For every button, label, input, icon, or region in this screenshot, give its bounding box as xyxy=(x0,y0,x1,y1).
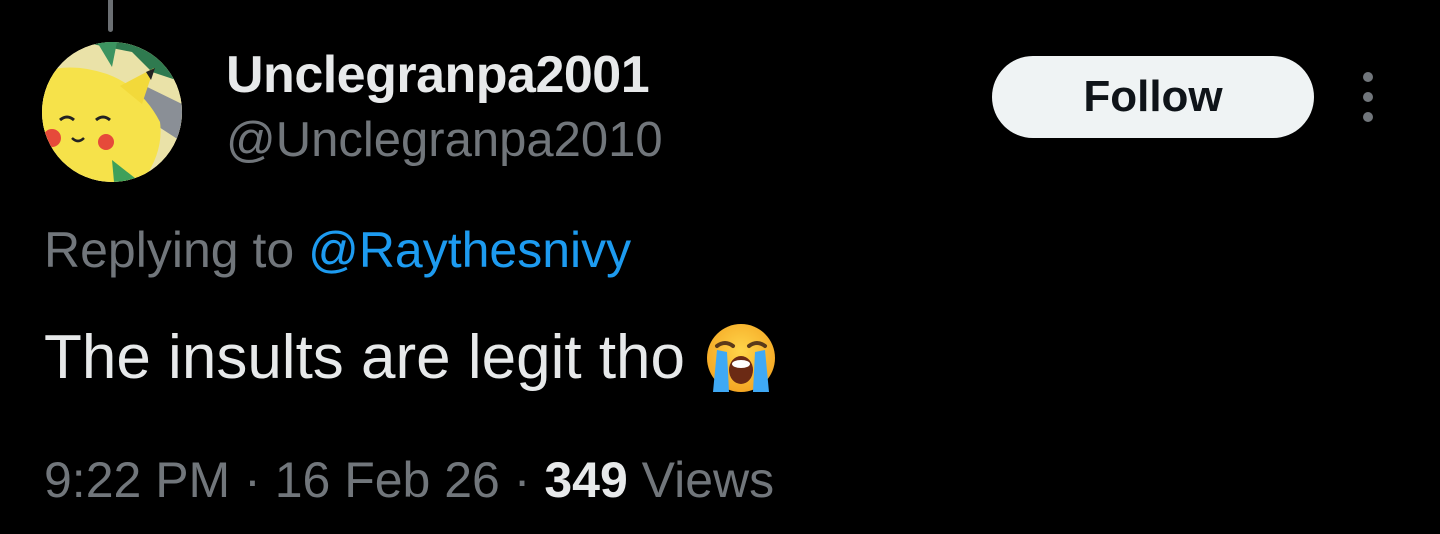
meta-separator: · xyxy=(244,452,261,508)
tweet-text: The insults are legit tho xyxy=(44,323,686,392)
tweet-body: The insults are legit tho xyxy=(44,318,779,398)
reply-mention-link[interactable]: @Raythesnivy xyxy=(308,222,631,278)
follow-button[interactable]: Follow xyxy=(992,56,1314,138)
views-count[interactable]: 349 xyxy=(544,452,627,508)
tweet-date[interactable]: 16 Feb 26 xyxy=(275,452,500,508)
pikachu-avatar-icon xyxy=(42,42,182,182)
meta-separator: · xyxy=(513,452,531,508)
views-label[interactable]: Views xyxy=(642,452,774,508)
tweet-time[interactable]: 9:22 PM xyxy=(44,452,230,508)
more-dot xyxy=(1363,72,1373,82)
tweet-metadata: 9:22 PM · 16 Feb 26 · 349 Views xyxy=(44,448,774,512)
avatar[interactable] xyxy=(42,42,182,182)
loudly-crying-face-icon xyxy=(707,324,776,392)
author-display-name[interactable]: Unclegranpa2001 xyxy=(226,45,650,105)
more-dot xyxy=(1363,92,1373,102)
thread-connector-line xyxy=(108,0,113,32)
more-dot xyxy=(1363,112,1373,122)
reply-context: Replying to @Raythesnivy xyxy=(44,218,631,282)
reply-prefix: Replying to xyxy=(44,222,295,278)
more-vertical-icon[interactable] xyxy=(1356,72,1380,122)
author-handle[interactable]: @Unclegranpa2010 xyxy=(226,110,663,170)
